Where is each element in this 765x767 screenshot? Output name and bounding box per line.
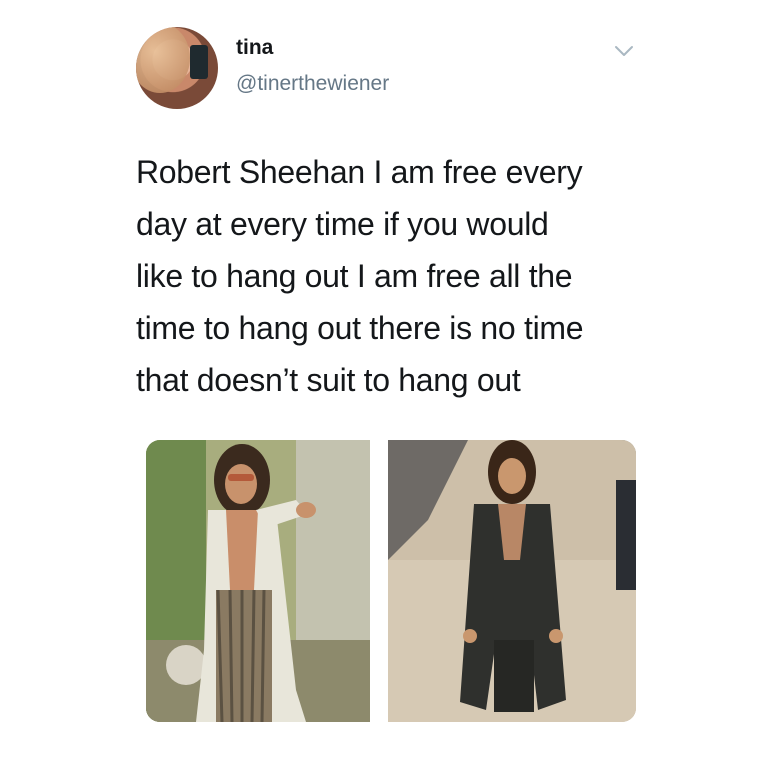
avatar-phone: [190, 45, 208, 79]
display-name[interactable]: tina: [236, 36, 273, 60]
user-handle[interactable]: @tinerthewiener: [236, 72, 389, 96]
tweet-media: [146, 440, 636, 722]
tweet-text: Robert Sheehan I am free every day at ev…: [136, 154, 584, 398]
photo-2-illustration: [388, 440, 636, 722]
tweet-photo-1[interactable]: [146, 440, 370, 722]
chevron-down-icon[interactable]: [613, 43, 635, 59]
avatar[interactable]: [136, 27, 218, 109]
photo-1-illustration: [146, 440, 370, 722]
tweet-photo-2[interactable]: [388, 440, 636, 722]
avatar-hair: [136, 27, 190, 93]
